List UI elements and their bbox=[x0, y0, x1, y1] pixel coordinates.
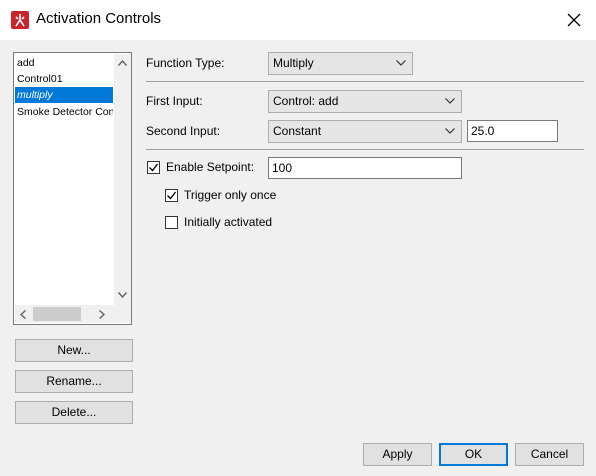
scroll-thumb[interactable] bbox=[33, 307, 81, 321]
setpoint-field[interactable]: 100 bbox=[268, 157, 462, 179]
list-item[interactable]: Control01 bbox=[15, 71, 113, 87]
window-title: Activation Controls bbox=[36, 10, 162, 27]
list-item-selected[interactable]: multiply bbox=[15, 87, 113, 103]
list-item[interactable]: add bbox=[15, 55, 113, 71]
chevron-down-icon bbox=[445, 98, 455, 104]
title-bar: Activation Controls bbox=[0, 0, 596, 40]
check-icon bbox=[167, 191, 177, 200]
divider bbox=[146, 149, 584, 150]
function-type-value: Multiply bbox=[273, 56, 314, 70]
list-item[interactable]: Smoke Detector Control bbox=[15, 104, 113, 120]
first-input-value: Control: add bbox=[273, 94, 339, 108]
close-button[interactable] bbox=[556, 6, 592, 34]
delete-button[interactable]: Delete... bbox=[15, 401, 133, 424]
second-input-constant-field[interactable]: 25.0 bbox=[467, 120, 558, 142]
apply-button[interactable]: Apply bbox=[363, 443, 432, 466]
second-input-label: Second Input: bbox=[146, 124, 221, 138]
cancel-button[interactable]: Cancel bbox=[515, 443, 584, 466]
enable-setpoint-label: Enable Setpoint: bbox=[166, 160, 255, 174]
close-icon bbox=[567, 13, 581, 27]
app-fire-icon bbox=[11, 11, 29, 29]
trigger-once-checkbox[interactable] bbox=[165, 189, 178, 202]
function-type-select[interactable]: Multiply bbox=[268, 52, 413, 75]
horizontal-scrollbar[interactable] bbox=[15, 305, 114, 323]
vertical-scrollbar[interactable] bbox=[114, 54, 131, 305]
scroll-right-icon[interactable] bbox=[99, 310, 105, 319]
new-button[interactable]: New... bbox=[15, 339, 133, 362]
initially-activated-label: Initially activated bbox=[184, 215, 273, 229]
initially-activated-checkbox[interactable] bbox=[165, 216, 178, 229]
ok-button[interactable]: OK bbox=[439, 443, 508, 466]
chevron-down-icon bbox=[445, 128, 455, 134]
second-input-value: Constant bbox=[273, 124, 322, 138]
check-icon bbox=[149, 163, 159, 172]
trigger-once-label: Trigger only once bbox=[184, 188, 277, 202]
divider bbox=[146, 81, 584, 82]
scroll-left-icon[interactable] bbox=[20, 310, 26, 319]
enable-setpoint-checkbox[interactable] bbox=[147, 161, 160, 174]
scroll-down-icon[interactable] bbox=[118, 292, 127, 298]
first-input-label: First Input: bbox=[146, 94, 203, 108]
function-type-label: Function Type: bbox=[146, 56, 225, 70]
scroll-up-icon[interactable] bbox=[118, 60, 127, 66]
control-list[interactable]: add Control01 multiply Smoke Detector Co… bbox=[13, 52, 132, 325]
chevron-down-icon bbox=[396, 60, 406, 66]
scroll-corner bbox=[114, 305, 131, 323]
first-input-select[interactable]: Control: add bbox=[268, 90, 462, 113]
rename-button[interactable]: Rename... bbox=[15, 370, 133, 393]
second-input-select[interactable]: Constant bbox=[268, 120, 462, 143]
